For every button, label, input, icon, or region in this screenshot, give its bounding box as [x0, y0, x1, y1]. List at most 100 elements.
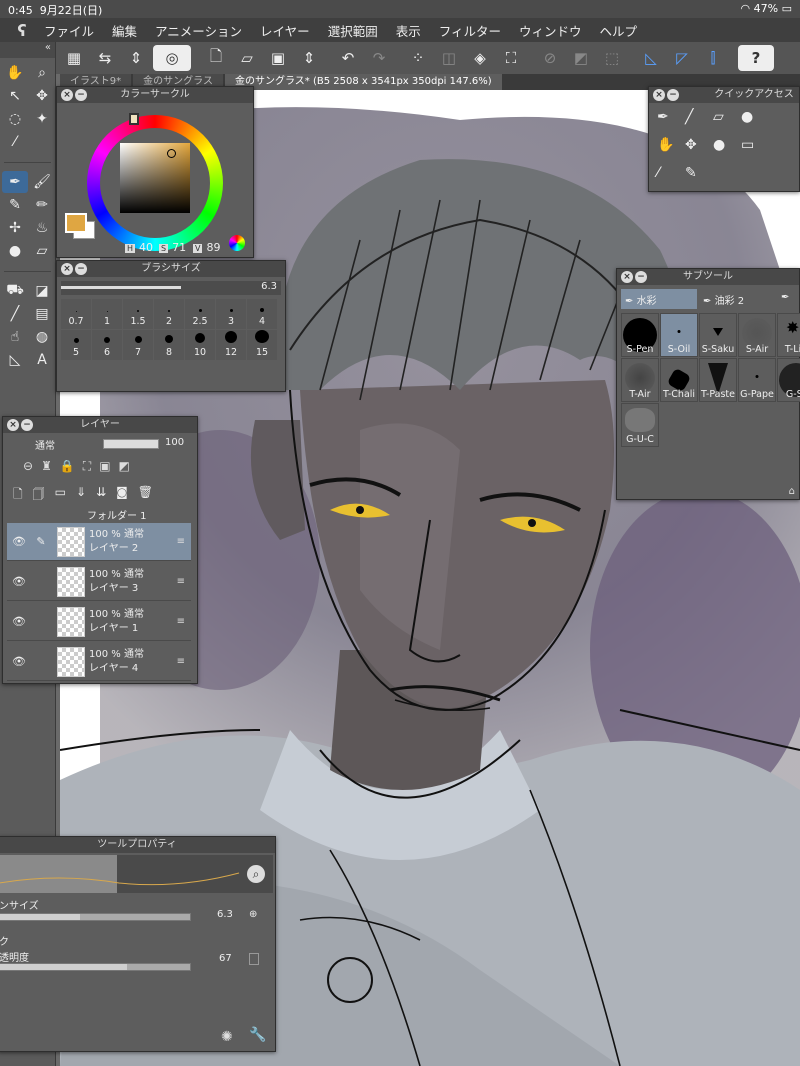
- qa-brush-icon[interactable]: ✒: [657, 109, 683, 135]
- qa-eraser-icon[interactable]: ▱: [713, 109, 739, 135]
- brush-size-preset[interactable]: 1.5: [123, 299, 153, 329]
- subtool-settings-icon[interactable]: ⌂: [789, 486, 795, 497]
- visibility-eye-icon[interactable]: 👁: [7, 575, 31, 588]
- fill-bucket-icon[interactable]: ⛟: [2, 280, 28, 302]
- layer-mask-icon[interactable]: ◙: [116, 485, 128, 506]
- object-select-icon[interactable]: ↖: [2, 85, 28, 107]
- layer-move-icon[interactable]: ✥: [29, 85, 55, 107]
- redo-icon[interactable]: ↷: [365, 45, 393, 71]
- qa-blend-icon[interactable]: ●: [713, 137, 739, 163]
- menu-animation[interactable]: アニメーション: [155, 21, 242, 40]
- switch-window-icon[interactable]: ⇆: [91, 45, 119, 71]
- special-ruler-snap-icon[interactable]: ◸: [668, 45, 696, 71]
- visibility-eye-icon[interactable]: 👁: [7, 615, 31, 628]
- transform-dots-icon[interactable]: ⁘: [404, 45, 432, 71]
- magic-wand-icon[interactable]: ✦: [29, 108, 55, 130]
- clip-layer-icon[interactable]: ⊖: [23, 459, 33, 474]
- fill-icon[interactable]: ◈: [466, 45, 494, 71]
- paintbrush-icon[interactable]: 🖌: [29, 171, 55, 193]
- zoom-icon[interactable]: ⌕: [29, 62, 55, 84]
- blend-mode-select[interactable]: 通常: [9, 437, 89, 453]
- saturation-value-square[interactable]: [120, 143, 190, 213]
- brush-size-preset[interactable]: 8: [154, 330, 184, 360]
- minimize-icon[interactable]: −: [667, 89, 679, 101]
- tab-watercolor[interactable]: ✒ 水彩: [621, 289, 697, 309]
- opacity-slider[interactable]: [103, 439, 159, 449]
- brush-size-preset[interactable]: 4: [247, 299, 277, 329]
- eyedropper-icon[interactable]: ⁄: [2, 131, 28, 153]
- layer-row[interactable]: 👁 100 % 通常 レイヤー 1 ≡: [7, 603, 191, 641]
- sv-marker[interactable]: [167, 149, 176, 158]
- clear-icon[interactable]: ◫: [435, 45, 463, 71]
- blend-icon[interactable]: ●: [2, 240, 28, 262]
- pencil-icon[interactable]: ✏: [29, 194, 55, 216]
- mask-icon[interactable]: ▣: [99, 459, 110, 474]
- subtool-item[interactable]: ✸T-Lin: [777, 313, 800, 357]
- layer-row[interactable]: 👁 ✎ 100 % 通常 レイヤー 2 ≡: [7, 523, 191, 561]
- brush-size-prop-slider[interactable]: [0, 913, 191, 921]
- menu-filter[interactable]: フィルター: [439, 21, 501, 40]
- eraser-icon[interactable]: ▱: [29, 240, 55, 262]
- search-icon[interactable]: ⌕: [247, 865, 265, 883]
- grid-snap-icon[interactable]: ⫿: [699, 45, 727, 71]
- opacity-checkbox[interactable]: [249, 953, 259, 965]
- grid-layout-icon[interactable]: ▦: [60, 45, 88, 71]
- size-option-icon[interactable]: ⊕: [249, 909, 257, 920]
- wrench-icon[interactable]: 🔧: [249, 1027, 266, 1043]
- app-logo-icon[interactable]: ʕ: [0, 21, 44, 40]
- minimize-icon[interactable]: −: [75, 89, 87, 101]
- minimize-icon[interactable]: −: [21, 419, 33, 431]
- invert-selection-icon[interactable]: ◩: [567, 45, 595, 71]
- subtool-item[interactable]: S-Saku: [699, 313, 737, 357]
- brush-size-preset[interactable]: 6: [92, 330, 122, 360]
- brush-size-preset[interactable]: 2: [154, 299, 184, 329]
- qa-move-icon[interactable]: ✥: [685, 137, 711, 163]
- minimize-icon[interactable]: −: [75, 263, 87, 275]
- frame-icon[interactable]: ▤: [29, 303, 55, 325]
- tab-more[interactable]: ✒: [777, 289, 797, 309]
- merge-down-icon[interactable]: ⇓: [76, 485, 86, 506]
- subtool-item[interactable]: S-Air: [738, 313, 776, 357]
- visibility-eye-icon[interactable]: 👁: [7, 655, 31, 668]
- brush-active-icon[interactable]: ✒: [2, 171, 28, 193]
- correct-line-icon[interactable]: ◍: [29, 326, 55, 348]
- qa-drop-icon[interactable]: ●: [741, 109, 767, 135]
- subtool-item[interactable]: T-Paste: [699, 358, 737, 402]
- close-icon[interactable]: ×: [7, 419, 19, 431]
- hue-marker[interactable]: [129, 113, 139, 125]
- new-file-icon[interactable]: 🗋: [202, 45, 230, 71]
- airbrush-icon[interactable]: ♨: [29, 217, 55, 239]
- qa-hand-icon[interactable]: ✋: [657, 137, 683, 163]
- visibility-eye-icon[interactable]: 👁: [7, 535, 31, 548]
- layer-menu-icon[interactable]: ≡: [177, 656, 185, 667]
- minimize-icon[interactable]: −: [635, 271, 647, 283]
- new-raster-layer-icon[interactable]: 🗋: [13, 485, 23, 506]
- operation-icon[interactable]: ☝: [2, 326, 28, 348]
- layer-row[interactable]: 👁 100 % 通常 レイヤー 4 ≡: [7, 643, 191, 681]
- close-icon[interactable]: ×: [61, 89, 73, 101]
- layer-menu-icon[interactable]: ≡: [177, 616, 185, 627]
- open-folder-icon[interactable]: ▱: [233, 45, 261, 71]
- menu-selection[interactable]: 選択範囲: [328, 21, 378, 40]
- trash-icon[interactable]: 🗑: [138, 485, 153, 506]
- pen-icon[interactable]: ✎: [2, 194, 28, 216]
- help-icon[interactable]: ?: [738, 45, 774, 71]
- brush-size-preset[interactable]: 10: [185, 330, 215, 360]
- folder-row[interactable]: フォルダー 1: [7, 507, 191, 522]
- clip-logo-icon[interactable]: ◎: [153, 45, 191, 71]
- arrow-updown-2-icon[interactable]: ⇕: [295, 45, 323, 71]
- gradient-icon[interactable]: ◪: [29, 280, 55, 302]
- brush-size-preset[interactable]: 15: [247, 330, 277, 360]
- close-icon[interactable]: ×: [61, 263, 73, 275]
- collapse-left-icon[interactable]: «: [0, 42, 55, 58]
- merge-visible-icon[interactable]: ⇊: [96, 485, 106, 506]
- ruler-icon[interactable]: ◺: [2, 349, 28, 371]
- subtool-item[interactable]: G-S-: [777, 358, 800, 402]
- tab-sunglasses-active[interactable]: 金のサングラス* (B5 2508 x 3541px 350dpi 147.6%…: [224, 74, 502, 90]
- new-vector-layer-icon[interactable]: 🗍: [33, 485, 45, 506]
- brush-size-preset[interactable]: 7: [123, 330, 153, 360]
- close-icon[interactable]: ×: [621, 271, 633, 283]
- subtool-item[interactable]: S-Pen: [621, 313, 659, 357]
- arrow-updown-icon[interactable]: ⇕: [122, 45, 150, 71]
- color-mode-icon[interactable]: [229, 235, 245, 251]
